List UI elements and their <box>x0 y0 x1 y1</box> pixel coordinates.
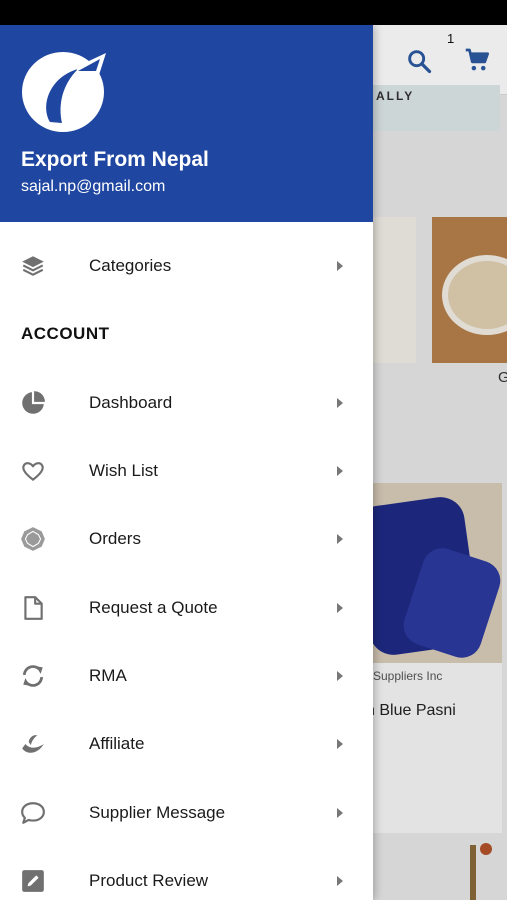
chevron-right-icon <box>337 398 343 408</box>
chevron-right-icon <box>337 466 343 476</box>
layers-icon <box>22 256 44 276</box>
heart-icon <box>22 462 44 482</box>
section-header-account: ACCOUNT <box>21 324 110 343</box>
menu-item-label: RMA <box>89 666 127 685</box>
affiliate-icon <box>22 735 44 753</box>
status-bar <box>0 0 507 25</box>
menu-item-orders[interactable]: Orders <box>0 511 373 567</box>
refresh-icon <box>22 665 44 687</box>
chevron-right-icon <box>337 739 343 749</box>
menu-item-affiliate[interactable]: Affiliate <box>0 716 373 772</box>
menu-item-label: Dashboard <box>89 393 173 412</box>
menu-item-label: Affiliate <box>89 734 145 753</box>
menu-item-label: Categories <box>89 256 172 275</box>
menu-item-label: Supplier Message <box>89 803 226 822</box>
user-email: sajal.np@gmail.com <box>21 178 166 195</box>
menu-item-product-review[interactable]: Product Review <box>0 853 373 900</box>
chevron-right-icon <box>337 261 343 271</box>
app-title: Export From Nepal <box>21 148 209 171</box>
menu-item-dashboard[interactable]: Dashboard <box>0 375 373 431</box>
chat-bubble-icon <box>21 802 45 824</box>
chevron-right-icon <box>337 876 343 886</box>
chevron-right-icon <box>337 534 343 544</box>
chevron-right-icon <box>337 603 343 613</box>
drawer-header: Export From Nepal sajal.np@gmail.com <box>0 25 373 222</box>
menu-item-wish-list[interactable]: Wish List <box>0 443 373 499</box>
app-logo-icon <box>22 52 106 132</box>
menu-item-label: Orders <box>89 529 141 548</box>
menu-item-label: Product Review <box>89 871 209 890</box>
menu-item-rma[interactable]: RMA <box>0 648 373 704</box>
menu-item-supplier-message[interactable]: Supplier Message <box>0 785 373 841</box>
chevron-right-icon <box>337 671 343 681</box>
menu-item-label: Wish List <box>89 461 158 480</box>
navigation-drawer: Export From Nepal sajal.np@gmail.com Cat… <box>0 25 373 900</box>
orders-icon <box>21 527 45 551</box>
chevron-right-icon <box>337 808 343 818</box>
document-icon <box>24 596 43 620</box>
pie-chart-icon <box>22 391 45 414</box>
menu-item-request-quote[interactable]: Request a Quote <box>0 580 373 636</box>
menu-item-categories[interactable]: Categories <box>0 238 373 294</box>
menu-item-label: Request a Quote <box>89 598 218 617</box>
edit-icon <box>22 870 44 892</box>
